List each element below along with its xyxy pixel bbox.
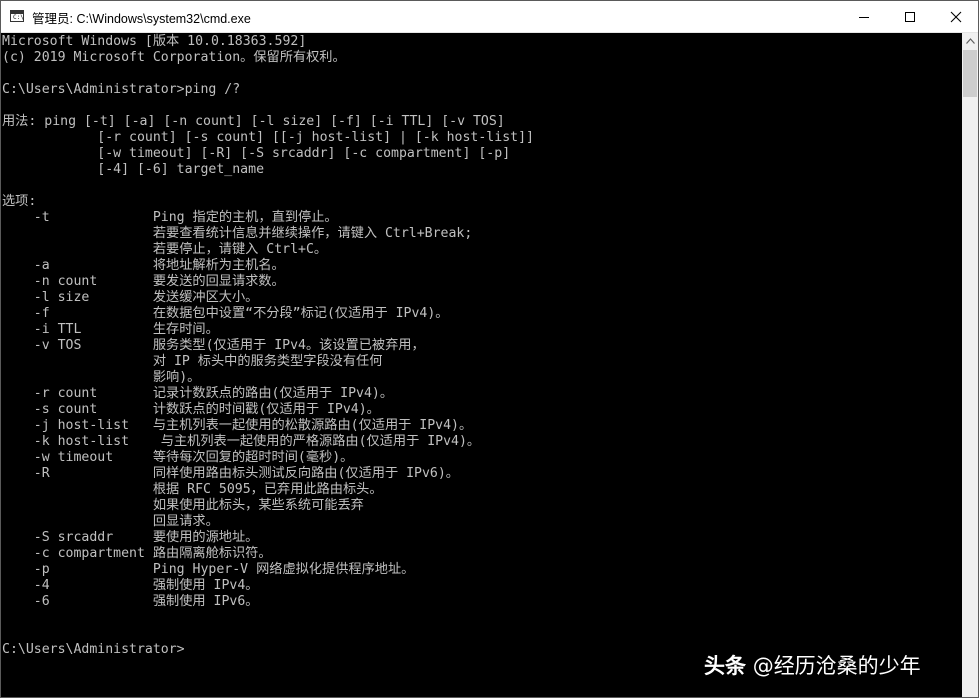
scroll-up-button[interactable] xyxy=(962,33,978,49)
console-line: -i TTL 生存时间。 xyxy=(2,322,219,337)
cmd-window: C:\ 管理员: C:\Windows\system32\cmd.exe Mic… xyxy=(0,0,979,698)
console-line: -w timeout 等待每次回复的超时时间(毫秒)。 xyxy=(2,450,354,465)
console-line: 根据 RFC 5095，已弃用此路由标头。 xyxy=(2,482,383,497)
minimize-icon xyxy=(859,16,869,18)
console-output[interactable]: Microsoft Windows [版本 10.0.18363.592] (c)… xyxy=(1,33,962,697)
watermark-brand: 头条 xyxy=(704,654,746,678)
console-line: -r count 记录计数跃点的路由(仅适用于 IPv4)。 xyxy=(2,386,394,401)
console-line: 若要查看统计信息并继续操作，请键入 Ctrl+Break; xyxy=(2,226,473,241)
console-line: 选项: xyxy=(2,194,37,209)
maximize-button[interactable] xyxy=(887,1,933,32)
console-line: -l size 发送缓冲区大小。 xyxy=(2,290,259,305)
console-line: 影响)。 xyxy=(2,370,201,385)
console-line: 若要停止，请键入 Ctrl+C。 xyxy=(2,242,328,257)
console-line: -s count 计数跃点的时间戳(仅适用于 IPv4)。 xyxy=(2,402,380,417)
console-line: 用法: ping [-t] [-a] [-n count] [-l size] … xyxy=(2,114,505,129)
console-line: C:\Users\Administrator> xyxy=(2,642,185,657)
console-line: -n count 要发送的回显请求数。 xyxy=(2,274,285,289)
console-line: -c compartment 路由隔离舱标识符。 xyxy=(2,546,272,561)
console-line: -p Ping Hyper-V 网络虚拟化提供程序地址。 xyxy=(2,562,415,577)
scroll-up-arrow-icon xyxy=(965,38,975,44)
console-line: -k host-list 与主机列表一起使用的严格源路由(仅适用于 IPv4)。 xyxy=(2,434,481,449)
console-line: [-r count] [-s count] [[-j host-list] | … xyxy=(2,130,534,145)
console-line: -4 强制使用 IPv4。 xyxy=(2,578,259,593)
watermark: 头条 @经历沧桑的少年 xyxy=(704,650,921,680)
scroll-thumb[interactable] xyxy=(963,50,977,97)
console-line: Microsoft Windows [版本 10.0.18363.592] xyxy=(2,34,307,49)
console-line: [-4] [-6] target_name xyxy=(2,162,265,177)
title-bar[interactable]: C:\ 管理员: C:\Windows\system32\cmd.exe xyxy=(1,1,978,33)
console-line: -f 在数据包中设置“不分段”标记(仅适用于 IPv4)。 xyxy=(2,306,449,321)
console-line: 对 IP 标头中的服务类型字段没有任何 xyxy=(2,354,383,369)
console-line: [-w timeout] [-R] [-S srcaddr] [-c compa… xyxy=(2,146,511,161)
console-line: -S srcaddr 要使用的源地址。 xyxy=(2,530,259,545)
console-line: 回显请求。 xyxy=(2,514,219,529)
console-line: -a 将地址解析为主机名。 xyxy=(2,258,285,273)
console-line: -t Ping 指定的主机，直到停止。 xyxy=(2,210,338,225)
console-line: C:\Users\Administrator>ping /? xyxy=(2,82,241,97)
console-line: (c) 2019 Microsoft Corporation。保留所有权利。 xyxy=(2,50,346,65)
window-title: 管理员: C:\Windows\system32\cmd.exe xyxy=(32,12,251,26)
cmd-icon[interactable]: C:\ xyxy=(10,10,24,22)
console-line: -6 强制使用 IPv6。 xyxy=(2,594,259,609)
maximize-icon xyxy=(905,11,915,22)
console-line: -v TOS 服务类型(仅适用于 IPv4。该设置已被弃用， xyxy=(2,338,425,353)
console-line: 如果使用此标头，某些系统可能丢弃 xyxy=(2,498,364,513)
console-line: -j host-list 与主机列表一起使用的松散源路由(仅适用于 IPv4)。 xyxy=(2,418,473,433)
vertical-scrollbar[interactable] xyxy=(962,33,978,697)
minimize-button[interactable] xyxy=(841,1,887,32)
cmd-icon-text: C:\ xyxy=(13,14,24,21)
watermark-handle: @经历沧桑的少年 xyxy=(752,654,921,678)
console-line: -R 同样使用路由标头测试反向路由(仅适用于 IPv6)。 xyxy=(2,466,459,481)
close-button[interactable] xyxy=(933,1,979,32)
close-icon xyxy=(950,11,962,22)
